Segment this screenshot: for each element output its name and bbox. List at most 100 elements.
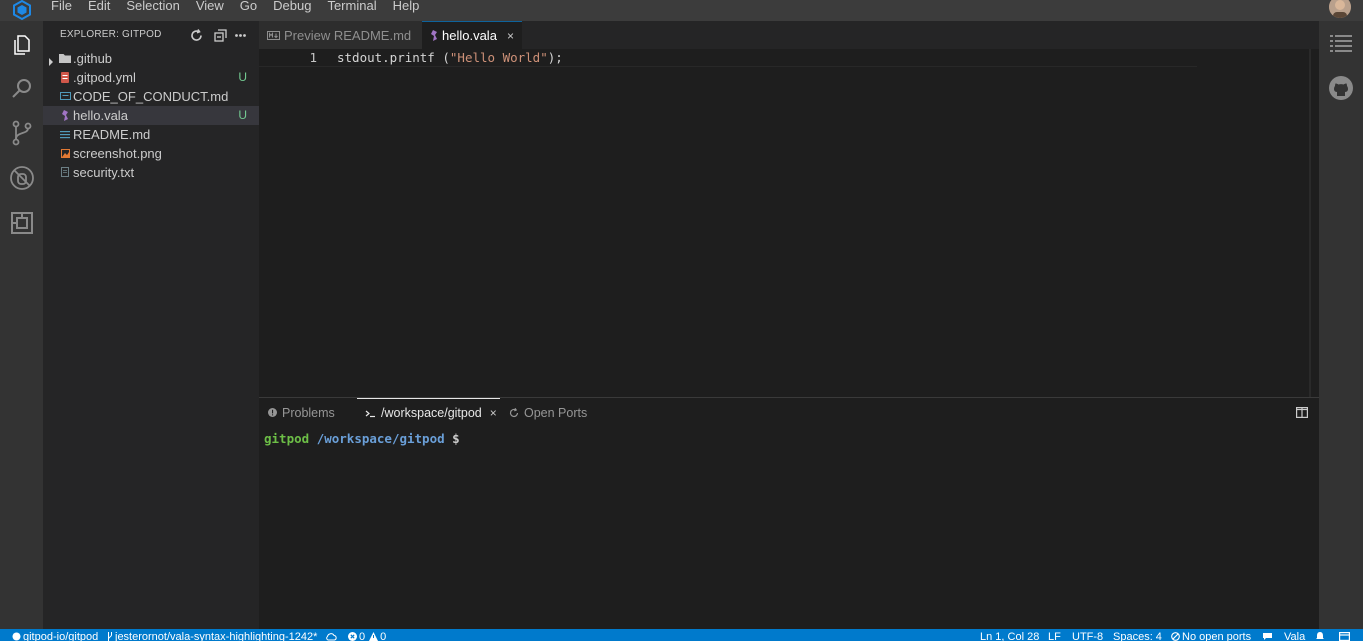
file-name: screenshot.png <box>73 146 162 161</box>
list-icon[interactable] <box>1319 21 1363 65</box>
tab-label: hello.vala <box>442 28 497 43</box>
editor-tab-bar: Preview README.md hello.vala × <box>259 21 1319 49</box>
untracked-badge: U <box>238 108 247 122</box>
right-activity-bar <box>1319 21 1363 629</box>
file-name: CODE_OF_CONDUCT.md <box>73 89 229 104</box>
status-language[interactable]: Vala <box>1284 629 1305 641</box>
menu-go[interactable]: Go <box>232 0 265 21</box>
tab-hello-vala[interactable]: hello.vala × <box>422 21 522 49</box>
files-icon[interactable] <box>0 23 43 67</box>
line-number: 1 <box>309 50 317 65</box>
tree-file-gitpod-yml[interactable]: .gitpod.yml U <box>43 68 259 87</box>
code-string: "Hello World" <box>449 50 548 65</box>
markdown-preview-icon <box>267 30 280 40</box>
tree-file-readme[interactable]: README.md <box>43 125 259 144</box>
extensions-icon[interactable] <box>0 201 43 245</box>
debug-icon[interactable] <box>0 156 43 200</box>
explorer-sidebar: EXPLORER: GITPOD .github .gitpod.yml U C… <box>43 21 259 629</box>
status-ports[interactable]: No open ports <box>1171 629 1251 641</box>
status-indent[interactable]: Spaces: 4 <box>1113 629 1162 641</box>
branch-label: jesterornot/vala-syntax-highlighting-124… <box>115 631 318 641</box>
status-branch[interactable]: jesterornot/vala-syntax-highlighting-124… <box>107 629 317 641</box>
editor-line[interactable]: 1 stdout.printf ("Hello World"); <box>259 49 1197 67</box>
ports-label: No open ports <box>1182 631 1252 641</box>
close-icon[interactable]: × <box>490 406 497 420</box>
text-file-icon <box>59 166 71 178</box>
gitpod-logo-icon[interactable] <box>0 0 43 21</box>
code-text: stdout.printf ( <box>337 50 450 65</box>
editor-scrollbar[interactable] <box>1309 49 1311 397</box>
terminal-user: gitpod <box>264 431 310 446</box>
avatar[interactable] <box>1329 0 1351 18</box>
bottom-panel: Problems /workspace/gitpod × Open Ports … <box>259 397 1319 629</box>
status-problems[interactable]: 0 0 <box>348 629 386 641</box>
menu-terminal[interactable]: Terminal <box>319 0 384 21</box>
explorer-header: EXPLORER: GITPOD <box>43 21 259 48</box>
code-text: ); <box>547 50 563 65</box>
status-cursor-position[interactable]: Ln 1, Col 28 <box>980 629 1039 641</box>
info-icon <box>268 408 277 417</box>
ban-icon <box>1171 629 1182 641</box>
activity-bar <box>0 21 43 629</box>
status-eol[interactable]: LF <box>1048 629 1061 641</box>
minimap[interactable] <box>1196 47 1226 51</box>
status-repo[interactable]: gitpod-io/gitpod <box>12 629 98 641</box>
menu-file[interactable]: File <box>43 0 80 21</box>
file-name: .github <box>73 51 113 66</box>
yaml-file-icon <box>59 71 71 83</box>
github-icon[interactable] <box>1319 66 1363 110</box>
tab-label: Open Ports <box>524 405 588 420</box>
tree-file-screenshot[interactable]: screenshot.png <box>43 144 259 163</box>
tab-terminal[interactable]: /workspace/gitpod × <box>357 398 500 427</box>
panel-toggle-icon[interactable] <box>1339 629 1352 641</box>
split-panel-icon[interactable] <box>1296 406 1309 421</box>
code-line[interactable]: stdout.printf ("Hello World"); <box>337 50 563 65</box>
menu-edit[interactable]: Edit <box>80 0 118 21</box>
bell-icon[interactable] <box>1315 629 1327 641</box>
file-name: security.txt <box>73 165 135 180</box>
more-actions-icon[interactable] <box>232 27 248 43</box>
file-name: hello.vala <box>73 108 128 123</box>
folder-icon <box>59 52 71 64</box>
markdown-file-icon <box>59 90 71 102</box>
search-icon[interactable] <box>0 67 43 111</box>
menu-help[interactable]: Help <box>385 0 428 21</box>
terminal-prompt: $ <box>452 431 460 446</box>
cloud-upload-icon <box>325 629 339 641</box>
warning-icon <box>369 629 380 641</box>
code-editor[interactable]: 1 stdout.printf ("Hello World"); <box>259 49 1319 397</box>
image-file-icon <box>59 147 71 159</box>
terminal-output[interactable]: gitpod /workspace/gitpod $ <box>264 431 460 446</box>
tab-preview-readme[interactable]: Preview README.md <box>259 21 422 49</box>
status-sync[interactable] <box>325 629 339 641</box>
vala-file-icon <box>59 109 71 121</box>
file-name: .gitpod.yml <box>73 70 136 85</box>
refresh-icon[interactable] <box>188 27 204 43</box>
vala-file-icon <box>430 30 438 41</box>
tree-file-security[interactable]: security.txt <box>43 163 259 182</box>
repo-label: gitpod-io/gitpod <box>23 631 99 641</box>
git-branch-icon <box>107 629 115 641</box>
menu-debug[interactable]: Debug <box>265 0 319 21</box>
refresh-icon <box>509 407 519 418</box>
source-control-icon[interactable] <box>0 111 43 155</box>
tab-problems[interactable]: Problems <box>268 398 335 427</box>
tab-open-ports[interactable]: Open Ports <box>509 398 587 427</box>
collapse-all-icon[interactable] <box>212 27 228 43</box>
error-count: 0 <box>359 631 366 641</box>
markdown-file-icon <box>59 128 71 140</box>
menu-view[interactable]: View <box>188 0 232 21</box>
tree-folder-github[interactable]: .github <box>43 49 259 68</box>
warning-count: 0 <box>380 631 387 641</box>
close-icon[interactable]: × <box>507 29 514 43</box>
chevron-right-icon[interactable] <box>48 54 54 69</box>
status-encoding[interactable]: UTF-8 <box>1072 629 1103 641</box>
tab-label: Preview README.md <box>284 27 412 43</box>
github-icon <box>12 629 23 641</box>
feedback-icon[interactable] <box>1262 629 1275 641</box>
tree-file-code-of-conduct[interactable]: CODE_OF_CONDUCT.md <box>43 87 259 106</box>
status-bar: gitpod-io/gitpod jesterornot/vala-syntax… <box>0 629 1363 641</box>
terminal-path: /workspace/gitpod <box>316 431 445 446</box>
menu-selection[interactable]: Selection <box>118 0 187 21</box>
tree-file-hello-vala[interactable]: hello.vala U <box>43 106 259 125</box>
